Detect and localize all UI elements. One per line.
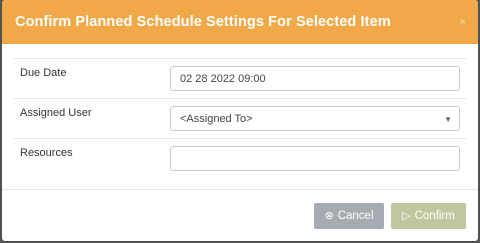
assigned-user-label: Assigned User — [20, 107, 92, 119]
dialog-title: Confirm Planned Schedule Settings For Se… — [15, 14, 391, 30]
assigned-user-selected: <Assigned To> — [180, 112, 253, 125]
confirm-button[interactable]: ▷ Confirm — [391, 202, 466, 229]
assigned-user-row: Assigned User <Assigned To> ▼ — [14, 98, 466, 138]
dialog-footer: ⊗ Cancel ▷ Confirm — [2, 189, 478, 241]
due-date-input[interactable]: 02 28 2022 09:00 — [170, 66, 460, 91]
chevron-down-icon: ▼ — [444, 115, 452, 124]
cancel-button[interactable]: ⊗ Cancel — [314, 202, 384, 229]
cancel-label: Cancel — [337, 209, 374, 222]
play-icon: ▷ — [402, 210, 411, 222]
confirm-label: Confirm — [414, 209, 455, 222]
cancel-icon: ⊗ — [324, 210, 334, 222]
due-date-label: Due Date — [20, 67, 67, 79]
assigned-user-select[interactable]: <Assigned To> ▼ — [170, 106, 460, 131]
schedule-settings-dialog: Confirm Planned Schedule Settings For Se… — [2, 0, 478, 241]
resources-input[interactable] — [170, 146, 460, 171]
resources-label: Resources — [20, 147, 73, 159]
dialog-header: Confirm Planned Schedule Settings For Se… — [2, 0, 478, 44]
due-date-row: Due Date 02 28 2022 09:00 — [14, 58, 466, 98]
close-icon[interactable]: × — [460, 16, 466, 28]
due-date-value: 02 28 2022 09:00 — [180, 72, 266, 85]
resources-row: Resources — [14, 138, 466, 178]
dialog-body: Due Date 02 28 2022 09:00 Assigned User … — [2, 44, 478, 178]
